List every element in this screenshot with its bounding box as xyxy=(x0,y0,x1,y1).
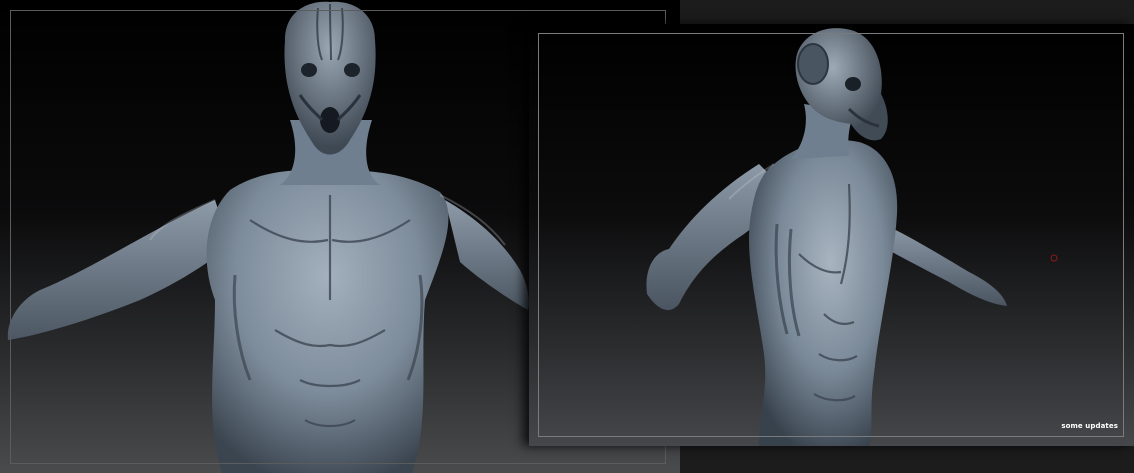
viewport-frame-right xyxy=(538,33,1124,437)
three-quarter-view-panel: some updates xyxy=(529,24,1134,446)
background-strip-bottom xyxy=(680,446,1134,473)
render-composite: some updates xyxy=(0,0,1134,473)
background-strip-top xyxy=(680,0,1134,24)
caption-text: some updates xyxy=(1061,422,1118,430)
